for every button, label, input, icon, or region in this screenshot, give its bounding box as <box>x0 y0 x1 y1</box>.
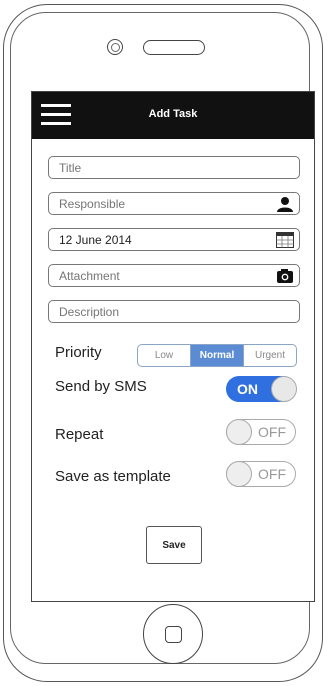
repeat-toggle-state: OFF <box>258 424 286 440</box>
priority-segmented-control[interactable]: Low Normal Urgent <box>137 344 297 367</box>
home-button[interactable] <box>143 604 203 664</box>
sms-toggle-state: ON <box>237 381 258 397</box>
description-input[interactable] <box>59 304 259 319</box>
date-input[interactable] <box>59 232 259 247</box>
attachment-input[interactable] <box>59 268 259 283</box>
template-toggle[interactable]: OFF <box>226 461 296 487</box>
responsible-input[interactable] <box>59 196 259 211</box>
sms-label: Send by SMS <box>55 378 147 395</box>
template-toggle-knob <box>226 461 252 487</box>
calendar-icon[interactable] <box>276 232 294 248</box>
sms-toggle[interactable]: ON <box>226 376 297 402</box>
save-button[interactable]: Save <box>146 526 202 564</box>
description-field[interactable] <box>48 300 300 323</box>
camera-icon[interactable] <box>276 268 294 284</box>
priority-option-urgent[interactable]: Urgent <box>243 345 296 366</box>
sms-toggle-knob <box>271 376 297 402</box>
person-icon[interactable] <box>276 196 294 212</box>
attachment-field[interactable] <box>48 264 300 287</box>
speaker-grille <box>143 40 205 55</box>
page-title: Add Task <box>148 108 198 120</box>
template-label: Save as template <box>55 468 171 485</box>
date-field[interactable] <box>48 228 300 251</box>
priority-option-normal[interactable]: Normal <box>190 345 243 366</box>
priority-option-low[interactable]: Low <box>138 345 190 366</box>
template-toggle-state: OFF <box>258 466 286 482</box>
repeat-toggle[interactable]: OFF <box>226 419 296 445</box>
front-camera <box>107 39 123 55</box>
title-input[interactable] <box>59 160 259 175</box>
app-screen: Add Task Title Responsible 12 June 2014 … <box>31 91 315 602</box>
title-field[interactable] <box>48 156 300 179</box>
priority-label: Priority <box>55 344 102 361</box>
title-bar: Add Task <box>32 92 314 139</box>
repeat-label: Repeat <box>55 426 104 443</box>
repeat-toggle-knob <box>226 419 252 445</box>
responsible-field[interactable] <box>48 192 300 215</box>
